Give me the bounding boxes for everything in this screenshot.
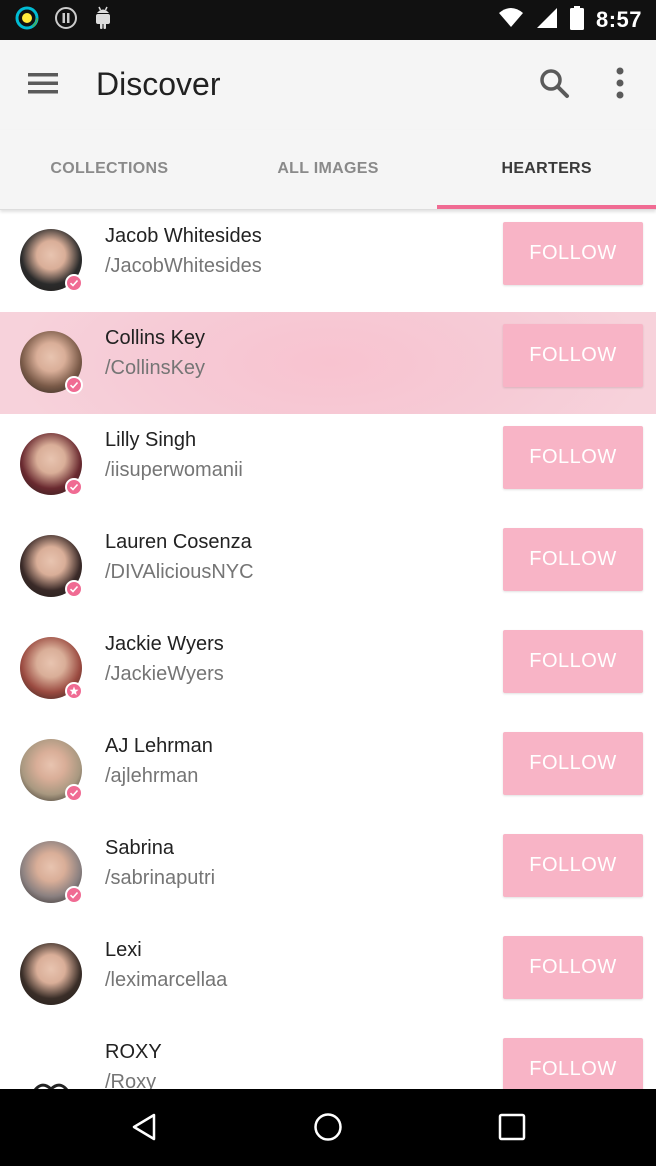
avatar[interactable]	[20, 433, 83, 496]
hearters-list: Jacob Whitesides/JacobWhitesides FOLLOW Co…	[0, 210, 656, 1089]
status-bar: 8:57	[0, 0, 656, 40]
tab-collections[interactable]: COLLECTIONS	[0, 130, 219, 209]
user-handle: /leximarcellaa	[105, 969, 228, 991]
check-badge-icon	[65, 580, 83, 598]
user-handle: /CollinsKey	[105, 357, 206, 379]
signal-icon	[536, 7, 558, 34]
list-item[interactable]: Sabrina/sabrinaputri FOLLOW	[0, 822, 656, 924]
avatar[interactable]	[20, 943, 82, 1005]
list-item[interactable]: Lauren Cosenza/DIVAliciousNYC FOLLOW	[0, 516, 656, 618]
wifi-icon	[498, 7, 524, 34]
avatar[interactable]	[20, 229, 83, 292]
avatar-image	[20, 943, 82, 1005]
user-handle: /Roxy	[105, 1071, 157, 1089]
avatar-image	[20, 1045, 82, 1089]
user-handle: /iisuperwomanii	[105, 459, 243, 481]
list-item[interactable]: ROXY/Roxy FOLLOW	[0, 1026, 656, 1089]
avatar[interactable]	[20, 535, 83, 598]
menu-icon	[28, 71, 60, 100]
avatar[interactable]	[20, 739, 83, 802]
search-icon	[538, 67, 570, 104]
circle-app-icon	[14, 5, 40, 36]
recents-button[interactable]	[490, 1107, 534, 1151]
list-item[interactable]: Lilly Singh/iisuperwomanii FOLLOW	[0, 414, 656, 516]
user-handle: /DIVAliciousNYC	[105, 561, 254, 583]
pause-icon	[54, 6, 78, 35]
list-item[interactable]: Lexi/leximarcellaa FOLLOW	[0, 924, 656, 1026]
star-badge-icon	[65, 682, 83, 700]
list-item[interactable]: Jackie Wyers/JackieWyers FOLLOW	[0, 618, 656, 720]
user-name: Sabrina	[105, 837, 174, 859]
user-name: Lilly Singh	[105, 429, 197, 451]
more-options-button[interactable]	[598, 61, 642, 109]
follow-button[interactable]: FOLLOW	[503, 834, 643, 897]
follow-button[interactable]: FOLLOW	[503, 1038, 643, 1089]
follow-button[interactable]: FOLLOW	[503, 630, 643, 693]
search-button[interactable]	[528, 61, 580, 109]
user-name: Jackie Wyers	[105, 633, 224, 655]
avatar[interactable]	[20, 841, 83, 904]
tab-all-images[interactable]: ALL IMAGES	[219, 130, 438, 209]
status-icons-right: 8:57	[498, 0, 642, 40]
user-name: Lexi	[105, 939, 142, 961]
follow-button[interactable]: FOLLOW	[503, 324, 643, 387]
android-icon	[92, 6, 114, 35]
follow-button[interactable]: FOLLOW	[503, 732, 643, 795]
check-badge-icon	[65, 274, 83, 292]
follow-button[interactable]: FOLLOW	[503, 222, 643, 285]
avatar[interactable]	[20, 331, 83, 394]
list-item[interactable]: Jacob Whitesides/JacobWhitesides FOLLOW	[0, 210, 656, 312]
follow-button[interactable]: FOLLOW	[503, 936, 643, 999]
home-button[interactable]	[306, 1107, 350, 1151]
check-badge-icon	[65, 886, 83, 904]
avatar[interactable]	[20, 1045, 82, 1089]
system-nav-bar	[0, 1089, 656, 1166]
status-icons-left	[14, 6, 114, 34]
recents-icon	[498, 1113, 526, 1146]
battery-icon	[569, 5, 584, 35]
back-icon	[130, 1112, 158, 1147]
tab-hearters[interactable]: HEARTERS	[437, 130, 656, 209]
more-vertical-icon	[615, 67, 625, 104]
follow-button[interactable]: FOLLOW	[503, 528, 643, 591]
status-time: 8:57	[595, 7, 642, 32]
user-handle: /JackieWyers	[105, 663, 224, 685]
user-handle: /sabrinaputri	[105, 867, 216, 889]
menu-button[interactable]	[16, 61, 72, 109]
home-icon	[313, 1112, 343, 1147]
list-item[interactable]: Collins Key/CollinsKey FOLLOW	[0, 312, 656, 414]
list-item[interactable]: AJ Lehrman/ajlehrman FOLLOW	[0, 720, 656, 822]
tab-bar: COLLECTIONS ALL IMAGES HEARTERS	[0, 130, 656, 210]
back-button[interactable]	[122, 1107, 166, 1151]
page-title: Discover	[96, 66, 221, 102]
user-name: ROXY	[105, 1041, 162, 1063]
user-handle: /ajlehrman	[105, 765, 199, 787]
user-name: Collins Key	[105, 327, 206, 349]
check-badge-icon	[65, 478, 83, 496]
user-name: Jacob Whitesides	[105, 225, 262, 247]
check-badge-icon	[65, 784, 83, 802]
user-name: Lauren Cosenza	[105, 531, 252, 553]
user-handle: /JacobWhitesides	[105, 255, 262, 277]
check-badge-icon	[65, 376, 83, 394]
avatar[interactable]	[20, 637, 83, 700]
app-bar: Discover	[0, 40, 656, 130]
follow-button[interactable]: FOLLOW	[503, 426, 643, 489]
user-name: AJ Lehrman	[105, 735, 213, 757]
